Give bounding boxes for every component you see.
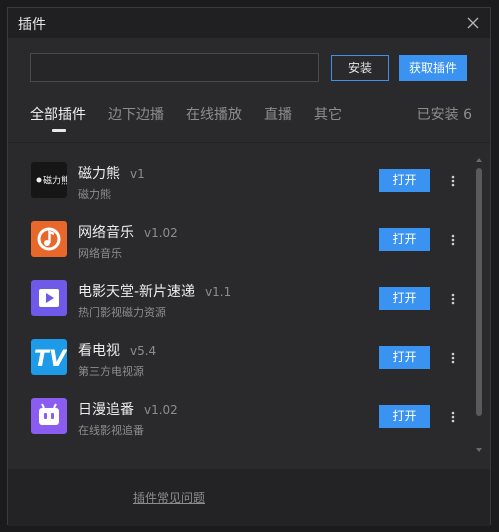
- scroll-down-icon[interactable]: [475, 446, 483, 454]
- tab-stream-while-download[interactable]: 边下边播: [108, 104, 164, 124]
- plugin-version: v1.02: [144, 403, 178, 417]
- open-plugin-button[interactable]: 打开: [379, 405, 430, 428]
- music-note-icon: [31, 221, 67, 257]
- open-plugin-button[interactable]: 打开: [379, 346, 430, 369]
- install-button[interactable]: 安装: [331, 55, 389, 81]
- more-options-icon[interactable]: [446, 229, 460, 251]
- tab-live[interactable]: 直播: [264, 104, 292, 124]
- plugin-name: 磁力熊 v1: [78, 166, 145, 182]
- tab-all-plugins[interactable]: 全部插件: [30, 104, 86, 124]
- tv-icon: TV: [31, 339, 67, 375]
- more-options-icon[interactable]: [446, 406, 460, 428]
- more-options-icon[interactable]: [446, 288, 460, 310]
- magnet-bear-logo-icon: 磁力熊: [31, 162, 67, 198]
- scrollbar[interactable]: [475, 156, 483, 456]
- plugin-description: 第三方电视源: [78, 365, 144, 378]
- title-bar: 插件: [8, 8, 490, 38]
- scroll-up-icon[interactable]: [475, 156, 483, 164]
- plugin-row: TV 看电视 v5.4 第三方电视源 打开: [8, 329, 468, 387]
- more-options-icon[interactable]: [446, 347, 460, 369]
- plugin-version: v1: [130, 167, 145, 181]
- plugin-version: v5.4: [130, 344, 157, 358]
- plugin-name: 日漫追番 v1.02: [78, 402, 178, 418]
- plugin-icon-text: TV: [34, 347, 67, 372]
- divider: [8, 142, 490, 143]
- footer: 插件常见问题: [8, 469, 490, 526]
- open-plugin-button[interactable]: 打开: [379, 228, 430, 251]
- play-icon: [31, 280, 67, 316]
- get-plugins-button[interactable]: 获取插件: [399, 55, 467, 81]
- active-tab-indicator: [52, 129, 66, 132]
- tab-online-play[interactable]: 在线播放: [186, 104, 242, 124]
- plugin-icon-text: 磁力熊: [43, 175, 67, 187]
- plugin-version: v1.02: [144, 226, 178, 240]
- plugin-description: 在线影视追番: [78, 424, 144, 437]
- plugin-description: 热门影视磁力资源: [78, 306, 166, 319]
- installed-count: 已安装 6: [416, 107, 472, 123]
- plugin-row: 磁力熊 磁力熊 v1 磁力熊 打开: [8, 152, 468, 210]
- tab-other[interactable]: 其它: [314, 104, 342, 124]
- plugin-url-input[interactable]: [30, 53, 319, 82]
- open-plugin-button[interactable]: 打开: [379, 169, 430, 192]
- open-plugin-button[interactable]: 打开: [379, 287, 430, 310]
- category-tabs: 全部插件 边下边播 在线播放 直播 其它: [30, 104, 470, 134]
- close-icon[interactable]: [464, 14, 482, 32]
- more-options-icon[interactable]: [446, 170, 460, 192]
- plugin-name: 网络音乐 v1.02: [78, 225, 178, 241]
- plugin-list: 磁力熊 磁力熊 v1 磁力熊 打开 网络音乐 v1.02 网络音乐 打开 电影天…: [8, 152, 490, 470]
- plugin-name: 电影天堂-新片速递 v1.1: [78, 284, 232, 300]
- window-title: 插件: [18, 17, 46, 33]
- plugin-row: 网络音乐 v1.02 网络音乐 打开: [8, 211, 468, 269]
- plugin-description: 网络音乐: [78, 247, 122, 260]
- plugins-window: 插件 安装 获取插件 全部插件 边下边播 在线播放 直播 其它 已安装 6 磁力…: [7, 7, 491, 526]
- plugin-description: 磁力熊: [78, 188, 111, 201]
- plugin-row: 电影天堂-新片速递 v1.1 热门影视磁力资源 打开: [8, 270, 468, 328]
- anime-tv-icon: [31, 398, 67, 434]
- plugin-name: 看电视 v5.4: [78, 343, 157, 359]
- plugin-row: 日漫追番 v1.02 在线影视追番 打开: [8, 388, 468, 446]
- plugin-version: v1.1: [205, 285, 232, 299]
- plugin-faq-link[interactable]: 插件常见问题: [133, 489, 205, 506]
- scrollbar-thumb[interactable]: [476, 168, 482, 416]
